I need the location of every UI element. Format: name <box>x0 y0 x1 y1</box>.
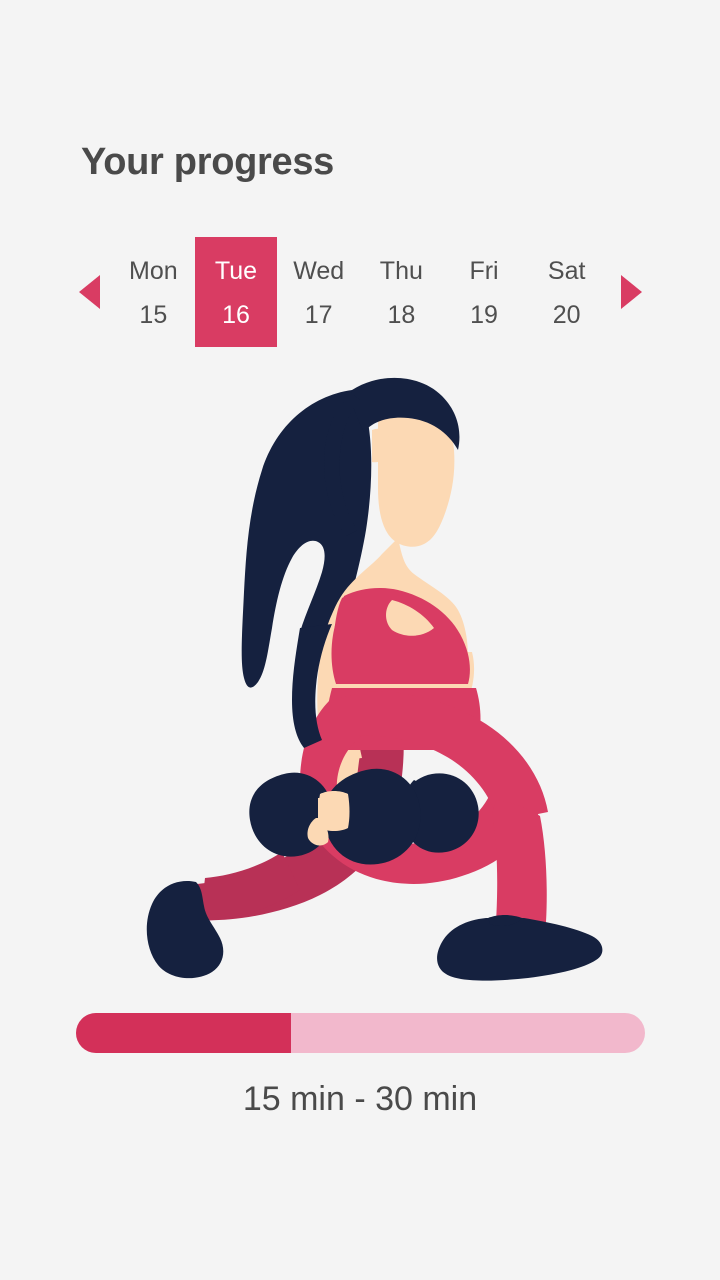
next-week-button[interactable] <box>618 275 644 309</box>
front-shoe <box>437 918 603 981</box>
woman-dumbbell-lunge-illustration <box>0 370 720 990</box>
day-date-wed: 17 <box>304 300 333 329</box>
day-cell-fri[interactable]: Fri 19 <box>443 237 526 347</box>
day-list: Mon 15 Tue 16 Wed 17 Thu 18 Fri 19 Sat 2… <box>112 237 608 347</box>
triangle-left-icon <box>78 275 100 309</box>
day-cell-tue[interactable]: Tue 16 <box>194 237 278 347</box>
day-cell-sat[interactable]: Sat 20 <box>525 237 608 347</box>
day-date-fri: 19 <box>470 300 498 329</box>
progress-screen: Your progress Mon 15 Tue 16 Wed 17 Thu 1… <box>0 0 720 1280</box>
day-name-mon: Mon <box>129 256 178 285</box>
day-cell-wed[interactable]: Wed 17 <box>277 237 360 347</box>
back-shin <box>200 852 300 921</box>
day-name-wed: Wed <box>293 256 345 285</box>
day-date-mon: 15 <box>139 300 168 329</box>
progress-fill <box>76 1013 291 1053</box>
workout-progress-bar[interactable] <box>76 1013 645 1053</box>
day-name-fri: Fri <box>469 256 499 285</box>
day-name-tue: Tue <box>214 256 258 285</box>
day-cell-mon[interactable]: Mon 15 <box>112 237 195 347</box>
day-date-thu: 18 <box>387 300 416 329</box>
front-shin <box>492 800 547 922</box>
day-name-thu: Thu <box>379 256 423 285</box>
day-cell-thu[interactable]: Thu 18 <box>360 237 443 347</box>
page-title: Your progress <box>81 141 335 183</box>
triangle-right-icon <box>620 275 642 309</box>
week-day-selector: Mon 15 Tue 16 Wed 17 Thu 18 Fri 19 Sat 2… <box>76 237 644 347</box>
day-name-sat: Sat <box>547 256 586 285</box>
duration-label: 15 min - 30 min <box>242 1080 478 1118</box>
day-date-sat: 20 <box>552 300 581 329</box>
previous-week-button[interactable] <box>76 275 102 309</box>
day-date-tue: 16 <box>222 300 250 329</box>
